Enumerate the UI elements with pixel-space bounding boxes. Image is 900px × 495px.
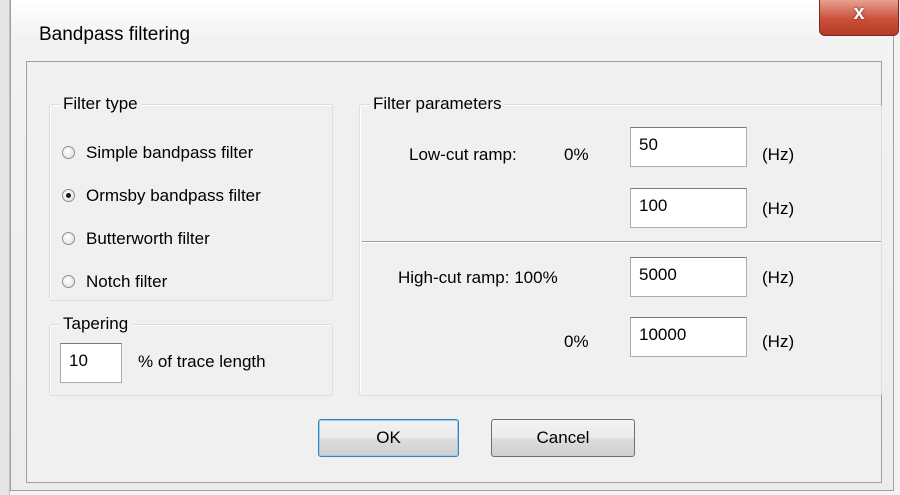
tapering-legend: Tapering (60, 313, 132, 335)
radio-label: Butterworth filter (86, 229, 210, 248)
low-cut-100-unit: (Hz) (762, 199, 795, 218)
close-button[interactable]: x (819, 0, 899, 36)
left-edge (0, 0, 10, 495)
low-cut-label: Low-cut ramp: (409, 145, 517, 164)
low-cut-pct-0: 0% (564, 145, 589, 164)
high-cut-0-input[interactable]: 10000 (630, 317, 747, 357)
tapering-group: Tapering 10 % of trace length (49, 313, 333, 396)
radio-button[interactable] (62, 275, 75, 288)
filter-parameters-legend: Filter parameters (370, 93, 505, 115)
high-cut-label: High-cut ramp: 100% (398, 268, 558, 287)
radio-label: Ormsby bandpass filter (86, 186, 261, 205)
high-cut-pct-0: 0% (564, 332, 589, 351)
radio-label: Notch filter (86, 272, 168, 291)
radio-label: Simple bandpass filter (86, 143, 254, 162)
high-cut-0-unit: (Hz) (762, 332, 795, 351)
close-icon: x (853, 2, 865, 24)
tapering-input[interactable]: 10 (60, 343, 122, 383)
low-cut-100-input[interactable]: 100 (630, 188, 747, 228)
low-cut-0-input[interactable]: 50 (630, 127, 747, 167)
filter-type-group: Filter type Simple bandpass filter Ormsb… (49, 93, 333, 301)
tapering-suffix: % of trace length (138, 352, 266, 371)
radio-button[interactable] (62, 232, 75, 245)
cancel-button[interactable]: Cancel (491, 419, 635, 457)
window-title: Bandpass filtering (39, 24, 191, 45)
radio-button[interactable] (62, 146, 75, 159)
radio-button-checked[interactable] (62, 189, 75, 202)
high-cut-100-input[interactable]: 5000 (630, 257, 747, 297)
low-cut-unit: (Hz) (762, 145, 795, 164)
filter-type-legend: Filter type (60, 93, 141, 115)
high-cut-unit: (Hz) (762, 268, 795, 287)
parameters-divider (362, 241, 881, 243)
ok-button[interactable]: OK (318, 419, 459, 457)
